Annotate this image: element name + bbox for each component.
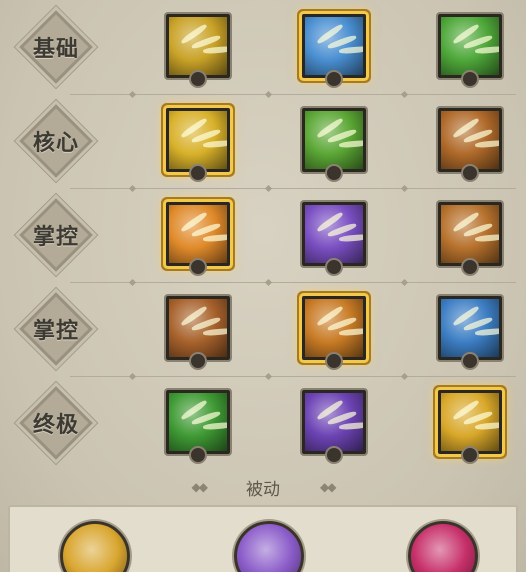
skill-node[interactable]: [302, 390, 366, 454]
skill-node[interactable]: [166, 14, 230, 78]
tier-label-text: 掌控: [32, 225, 79, 250]
flame-badge-icon: [189, 164, 207, 182]
skill-node[interactable]: [166, 390, 230, 454]
roaring-beast-icon: [305, 299, 363, 357]
effect-stroke: [474, 327, 499, 337]
fire-slash-icon: [169, 205, 227, 263]
skill-node[interactable]: [166, 296, 230, 360]
flame-badge-icon: [325, 70, 343, 88]
tier-label: 掌控: [18, 197, 94, 273]
flame-badge-icon: [325, 164, 343, 182]
red-heart-icon[interactable]: [408, 521, 478, 572]
skill-node[interactable]: [438, 108, 502, 172]
ice-axe-icon: [305, 17, 363, 75]
passive-header: ◆◆ 被动 ◆◆: [0, 472, 526, 502]
green-tornado-icon: [169, 393, 227, 451]
effect-stroke: [474, 139, 499, 149]
skill-node[interactable]: [438, 14, 502, 78]
ice-beast-icon: [441, 299, 499, 357]
effect-stroke: [338, 139, 363, 149]
skill-row: 掌控: [0, 184, 526, 282]
row-divider: [70, 278, 516, 287]
purple-demon-icon: [305, 393, 363, 451]
flame-badge-icon: [189, 446, 207, 464]
effect-stroke: [202, 421, 227, 431]
purple-crystal-icon: [305, 205, 363, 263]
flame-badge-icon: [461, 70, 479, 88]
golden-axe-icon: [169, 17, 227, 75]
tier-label-text: 核心: [32, 131, 79, 156]
tier-label: 核心: [18, 103, 94, 179]
effect-stroke: [474, 45, 499, 55]
flame-badge-icon: [461, 446, 479, 464]
bronze-totem-icon: [441, 111, 499, 169]
effect-stroke: [202, 45, 227, 55]
tier-label-text: 基础: [32, 37, 79, 62]
skill-node[interactable]: [302, 296, 366, 360]
effect-stroke: [474, 421, 499, 431]
green-axe-slash-icon: [441, 17, 499, 75]
passive-panel: [8, 505, 518, 572]
skill-row: 掌控: [0, 278, 526, 376]
effect-stroke: [202, 139, 227, 149]
ornament-left-icon: ◆◆: [191, 480, 209, 494]
effect-stroke: [338, 45, 363, 55]
skill-node[interactable]: [438, 296, 502, 360]
row-divider: [70, 184, 516, 193]
tier-label-text: 掌控: [32, 319, 79, 344]
effect-stroke: [202, 327, 227, 337]
flame-badge-icon: [189, 352, 207, 370]
skill-node[interactable]: [302, 202, 366, 266]
golden-titan-icon: [441, 393, 499, 451]
flame-badge-icon: [325, 352, 343, 370]
purple-crystal-shard-icon[interactable]: [234, 521, 304, 572]
tier-label-text: 终极: [32, 413, 79, 438]
effect-stroke: [338, 233, 363, 243]
skill-node[interactable]: [438, 390, 502, 454]
flame-badge-icon: [189, 70, 207, 88]
skill-node[interactable]: [166, 202, 230, 266]
skill-row: 终极: [0, 372, 526, 470]
golden-whirlwind-icon: [169, 111, 227, 169]
flame-badge-icon: [461, 164, 479, 182]
golem-rage-icon: [169, 299, 227, 357]
flame-badge-icon: [461, 352, 479, 370]
flame-badge-icon: [325, 258, 343, 276]
row-divider: [70, 90, 516, 99]
golden-helmet-icon[interactable]: [60, 521, 130, 572]
skill-row: 基础: [0, 0, 526, 94]
flame-badge-icon: [325, 446, 343, 464]
flame-badge-icon: [461, 258, 479, 276]
effect-stroke: [338, 327, 363, 337]
row-divider: [70, 372, 516, 381]
tier-label: 掌控: [18, 291, 94, 367]
skill-row: 核心: [0, 90, 526, 188]
tier-label: 基础: [18, 9, 94, 85]
tier-label: 终极: [18, 385, 94, 461]
effect-stroke: [474, 233, 499, 243]
effect-stroke: [202, 233, 227, 243]
skill-node[interactable]: [302, 14, 366, 78]
earth-spikes-icon: [441, 205, 499, 263]
effect-stroke: [338, 421, 363, 431]
skill-node[interactable]: [438, 202, 502, 266]
skill-node[interactable]: [166, 108, 230, 172]
skill-node[interactable]: [302, 108, 366, 172]
flame-badge-icon: [189, 258, 207, 276]
green-shatter-icon: [305, 111, 363, 169]
passive-title: 被动: [246, 479, 280, 500]
ornament-right-icon: ◆◆: [320, 480, 337, 494]
